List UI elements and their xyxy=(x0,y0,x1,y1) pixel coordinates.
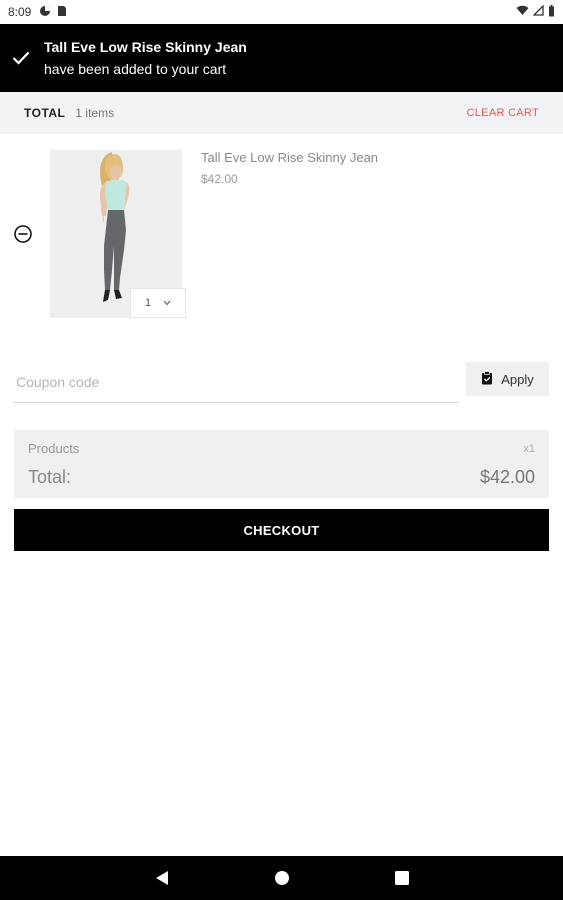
cart-item-price: $42.00 xyxy=(201,172,238,186)
quantity-value: 1 xyxy=(144,297,152,309)
clipboard-check-icon xyxy=(481,370,493,388)
coupon-input[interactable] xyxy=(16,374,458,390)
cart-item-name[interactable]: Tall Eve Low Rise Skinny Jean xyxy=(201,150,378,165)
check-icon xyxy=(10,47,32,69)
chevron-down-icon xyxy=(163,297,171,309)
system-nav-bar xyxy=(0,856,563,900)
added-to-cart-toast: Tall Eve Low Rise Skinny Jean have been … xyxy=(0,24,563,92)
cart-summary-bar: TOTAL 1 items CLEAR CART xyxy=(0,92,563,134)
grand-total-label: Total: xyxy=(28,467,72,487)
status-bar: 8:09 xyxy=(0,0,563,24)
remove-circle-icon xyxy=(14,225,32,243)
recents-icon[interactable] xyxy=(392,868,412,888)
clear-cart-button[interactable]: CLEAR CART xyxy=(467,107,539,119)
grand-total-value: $42.00 xyxy=(479,467,535,487)
back-icon[interactable] xyxy=(152,868,172,888)
totals-panel: Products x1 Total: $42.00 xyxy=(14,430,549,498)
checkout-button[interactable]: CHECKOUT xyxy=(14,509,549,551)
apply-coupon-button[interactable]: Apply xyxy=(466,362,549,396)
toast-title: Tall Eve Low Rise Skinny Jean xyxy=(44,39,247,55)
app-notification-icon xyxy=(39,5,51,20)
home-icon[interactable] xyxy=(272,868,292,888)
apply-label: Apply xyxy=(501,371,534,387)
coupon-field[interactable] xyxy=(14,362,458,403)
signal-icon xyxy=(532,4,544,19)
products-count: x1 xyxy=(523,443,535,455)
total-label: TOTAL xyxy=(24,106,66,120)
toast-message: have been added to your cart xyxy=(44,61,227,77)
status-time: 8:09 xyxy=(8,5,32,19)
sim-card-icon xyxy=(57,5,67,20)
item-count: 1 items xyxy=(75,106,115,120)
remove-item-button[interactable] xyxy=(13,224,33,244)
quantity-select[interactable]: 1 xyxy=(130,288,186,318)
wifi-icon xyxy=(516,5,529,19)
products-label: Products xyxy=(28,441,80,456)
battery-icon xyxy=(548,4,555,20)
